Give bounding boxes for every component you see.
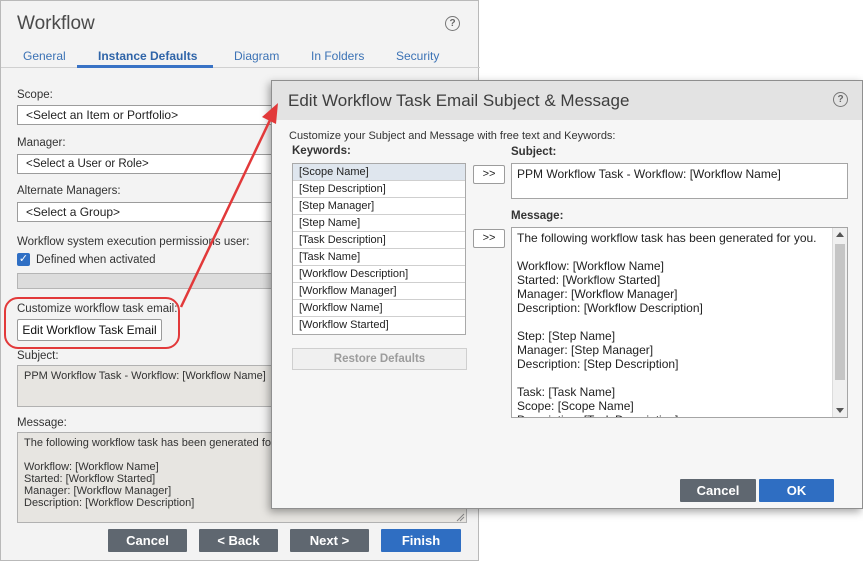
- help-icon[interactable]: ?: [445, 16, 460, 31]
- scrollbar-thumb[interactable]: [835, 244, 845, 380]
- subject-input[interactable]: PPM Workflow Task - Workflow: [Workflow …: [511, 163, 848, 199]
- keywords-list: [Scope Name] [Step Description] [Step Ma…: [292, 163, 466, 335]
- keyword-item[interactable]: [Scope Name]: [293, 164, 465, 181]
- keyword-item[interactable]: [Step Name]: [293, 215, 465, 232]
- edit-email-dialog: Edit Workflow Task Email Subject & Messa…: [271, 80, 863, 509]
- keyword-item[interactable]: [Task Name]: [293, 249, 465, 266]
- keyword-item[interactable]: [Task Description]: [293, 232, 465, 249]
- back-button[interactable]: < Back: [199, 529, 278, 552]
- active-tab-indicator: [77, 65, 213, 68]
- insert-into-subject-button[interactable]: >>: [473, 165, 505, 184]
- tab-instance-defaults[interactable]: Instance Defaults: [98, 49, 197, 63]
- permissions-user-field: [17, 273, 279, 289]
- ok-button[interactable]: OK: [759, 479, 834, 502]
- permissions-user-label: Workflow system execution permissions us…: [17, 236, 250, 248]
- tab-in-folders[interactable]: In Folders: [311, 49, 364, 63]
- alternate-managers-label: Alternate Managers:: [17, 185, 121, 197]
- keyword-item[interactable]: [Workflow Manager]: [293, 283, 465, 300]
- dialog-subject-label: Subject:: [511, 146, 557, 158]
- message-textarea[interactable]: The following workflow task has been gen…: [511, 227, 848, 418]
- resize-handle-icon[interactable]: [456, 513, 465, 522]
- tab-general[interactable]: General: [23, 49, 66, 63]
- subject-readonly-field: PPM Workflow Task - Workflow: [Workflow …: [17, 365, 279, 407]
- next-button[interactable]: Next >: [290, 529, 369, 552]
- keyword-item[interactable]: [Step Manager]: [293, 198, 465, 215]
- dialog-instructions: Customize your Subject and Message with …: [289, 130, 616, 142]
- message-label: Message:: [17, 417, 67, 429]
- dialog-cancel-button[interactable]: Cancel: [680, 479, 756, 502]
- callout-highlight: [4, 297, 180, 349]
- keywords-label: Keywords:: [292, 145, 351, 157]
- subject-label: Subject:: [17, 350, 59, 362]
- workflow-title: Workflow: [17, 13, 95, 34]
- help-icon[interactable]: ?: [833, 92, 848, 107]
- keyword-item[interactable]: [Workflow Started]: [293, 317, 465, 334]
- workflow-tabs: General Instance Defaults Diagram In Fol…: [1, 45, 480, 68]
- alternate-managers-select[interactable]: <Select a Group>: [17, 202, 279, 222]
- scope-select[interactable]: <Select an Item or Portfolio>: [17, 105, 279, 125]
- scope-label: Scope:: [17, 89, 53, 101]
- restore-defaults-button[interactable]: Restore Defaults: [292, 348, 467, 370]
- dialog-title: Edit Workflow Task Email Subject & Messa…: [288, 91, 630, 110]
- finish-button[interactable]: Finish: [381, 529, 461, 552]
- message-scrollbar[interactable]: [832, 228, 847, 417]
- manager-label: Manager:: [17, 137, 66, 149]
- tab-diagram[interactable]: Diagram: [234, 49, 279, 63]
- message-text[interactable]: The following workflow task has been gen…: [517, 231, 832, 417]
- manager-select[interactable]: <Select a User or Role>: [17, 154, 279, 174]
- scroll-up-icon[interactable]: [836, 232, 844, 237]
- keyword-item[interactable]: [Workflow Name]: [293, 300, 465, 317]
- scroll-down-icon[interactable]: [836, 408, 844, 413]
- dialog-titlebar: Edit Workflow Task Email Subject & Messa…: [272, 81, 862, 120]
- tab-security[interactable]: Security: [396, 49, 439, 63]
- insert-into-message-button[interactable]: >>: [473, 229, 505, 248]
- cancel-button[interactable]: Cancel: [108, 529, 187, 552]
- keyword-item[interactable]: [Step Description]: [293, 181, 465, 198]
- defined-when-activated-checkbox[interactable]: ✓: [17, 253, 30, 266]
- defined-when-activated-label: Defined when activated: [36, 254, 156, 266]
- dialog-message-label: Message:: [511, 210, 564, 222]
- keyword-item[interactable]: [Workflow Description]: [293, 266, 465, 283]
